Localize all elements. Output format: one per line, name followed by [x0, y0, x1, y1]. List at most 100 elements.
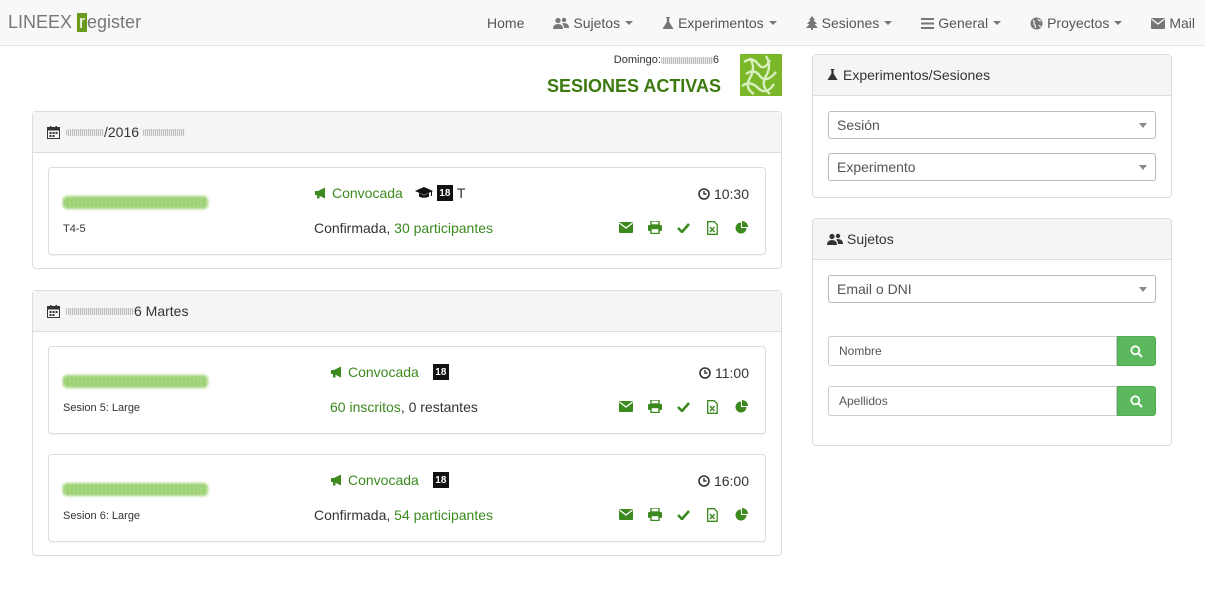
- age-18-badge: 18: [432, 364, 449, 380]
- session-info-count[interactable]: 30 participantes: [394, 220, 493, 236]
- session-card[interactable]: 6 Sesion 6: Large Convocada 18 16:00 Con…: [48, 454, 766, 542]
- email-dni-placeholder: Email o DNI: [837, 281, 912, 297]
- nav-mail[interactable]: Mail: [1151, 15, 1195, 31]
- session-status: Convocada 18: [330, 364, 449, 380]
- flask-icon: [827, 69, 838, 81]
- print-icon[interactable]: [647, 399, 662, 414]
- excel-file-icon[interactable]: [705, 399, 720, 414]
- day-sessions: 5 Sesion 5: Large Convocada 18 11:00 60 …: [33, 332, 781, 555]
- globe-icon: [1030, 17, 1043, 30]
- dropdown-arrow-icon: [1139, 122, 1147, 128]
- name-search-button[interactable]: [1117, 336, 1156, 366]
- pie-chart-icon[interactable]: [734, 220, 749, 235]
- excel-file-icon[interactable]: [705, 220, 720, 235]
- main-content: Domingo: 6 SESIONES ACTIVAS /2016 5 T4-5 …: [32, 46, 782, 577]
- check-icon[interactable]: [676, 220, 691, 235]
- nav-home-label: Home: [487, 15, 525, 31]
- session-info-count[interactable]: 54 participantes: [394, 507, 493, 523]
- redacted-text: [143, 128, 186, 136]
- session-actions: [618, 220, 749, 235]
- envelope-icon[interactable]: [618, 399, 633, 414]
- nav-general-label: General: [938, 15, 989, 31]
- brand-text-rest: egister: [87, 12, 142, 32]
- caret-down-icon: [625, 21, 634, 25]
- session-info: Confirmada, 54 participantes: [314, 507, 493, 523]
- surname-search-group: [828, 386, 1156, 416]
- session-actions: [618, 399, 749, 414]
- session-actions: [618, 507, 749, 522]
- print-icon[interactable]: [647, 507, 662, 522]
- date-label: Domingo:: [613, 54, 661, 66]
- check-icon[interactable]: [676, 507, 691, 522]
- dropdown-arrow-icon: [1139, 286, 1147, 292]
- session-time: 16:00: [698, 473, 749, 489]
- session-name: T4-5: [63, 223, 86, 235]
- envelope-icon: [1151, 17, 1166, 29]
- experiments-panel-title: Experimentos/Sesiones: [843, 67, 991, 83]
- session-status: Convocada 18: [330, 472, 449, 488]
- users-icon: [553, 17, 570, 30]
- session-status-label: Convocada: [348, 472, 419, 488]
- session-time: 11:00: [699, 365, 749, 381]
- session-name: Sesion 5: Large: [63, 402, 141, 414]
- nav-experimentos-label: Experimentos: [678, 15, 764, 31]
- day-heading: /2016: [33, 112, 781, 153]
- session-code-suffix: 6: [195, 481, 203, 497]
- redacted-text: [66, 307, 134, 315]
- nav-experimentos[interactable]: Experimentos: [662, 15, 777, 31]
- email-dni-select[interactable]: Email o DNI: [828, 275, 1156, 303]
- session-card[interactable]: 5 T4-5 Convocada 18 T 10:30 Confirmada, …: [48, 167, 766, 255]
- session-code-suffix: 5: [195, 373, 203, 389]
- session-status-label: Convocada: [348, 364, 419, 380]
- nav-sujetos[interactable]: Sujetos: [553, 15, 634, 31]
- session-info: 60 inscritos, 0 restantes: [330, 399, 478, 415]
- calendar-icon: [47, 304, 60, 318]
- session-time: 10:30: [698, 186, 749, 202]
- bars-icon: [921, 17, 935, 29]
- session-extra-label: T: [456, 185, 466, 201]
- session-info-count[interactable]: 60 inscritos: [330, 399, 401, 415]
- session-select-placeholder: Sesión: [837, 117, 880, 133]
- caret-down-icon: [768, 21, 777, 25]
- users-icon: [827, 233, 843, 246]
- subjects-panel-title: Sujetos: [847, 231, 894, 247]
- pie-chart-icon[interactable]: [734, 507, 749, 522]
- print-icon[interactable]: [647, 220, 662, 235]
- experiments-panel-body: Sesión Experimento: [813, 96, 1171, 197]
- session-info: Confirmada, 30 participantes: [314, 220, 493, 236]
- brand-logo[interactable]: LINEEX r egister: [8, 12, 141, 33]
- session-time-label: 11:00: [715, 365, 749, 381]
- sidebar: Experimentos/Sesiones Sesión Experimento…: [812, 54, 1172, 466]
- check-icon[interactable]: [676, 399, 691, 414]
- app-logo-image: [740, 54, 782, 96]
- name-input[interactable]: [828, 336, 1117, 366]
- nav-sesiones[interactable]: Sesiones: [805, 15, 893, 31]
- clock-icon: [699, 367, 711, 379]
- calendar-icon: [47, 125, 60, 139]
- page-title: SESIONES ACTIVAS: [546, 76, 721, 96]
- nav-mail-label: Mail: [1169, 15, 1195, 31]
- surname-search-button[interactable]: [1117, 386, 1156, 416]
- search-icon: [1130, 394, 1143, 408]
- nav-general[interactable]: General: [921, 15, 1002, 31]
- session-status-label: Convocada: [332, 185, 403, 201]
- envelope-icon[interactable]: [618, 507, 633, 522]
- experiments-panel: Experimentos/Sesiones Sesión Experimento: [812, 54, 1172, 198]
- pie-chart-icon[interactable]: [734, 399, 749, 414]
- redacted-text: [66, 128, 104, 136]
- session-select[interactable]: Sesión: [828, 111, 1156, 139]
- bullhorn-icon: [330, 366, 344, 378]
- date-suffix: 6: [712, 54, 719, 66]
- surname-input[interactable]: [828, 386, 1117, 416]
- current-date: Domingo: 6: [614, 54, 719, 66]
- session-card[interactable]: 5 Sesion 5: Large Convocada 18 11:00 60 …: [48, 346, 766, 434]
- experiment-select[interactable]: Experimento: [828, 153, 1156, 181]
- session-status: Convocada 18 T: [314, 185, 465, 201]
- nav-proyectos[interactable]: Proyectos: [1030, 15, 1123, 31]
- page-header: Domingo: 6 SESIONES ACTIVAS: [32, 46, 782, 111]
- experiment-select-placeholder: Experimento: [837, 159, 916, 175]
- envelope-icon[interactable]: [618, 220, 633, 235]
- nav-home[interactable]: Home: [487, 15, 524, 31]
- name-search-group: [828, 336, 1156, 366]
- excel-file-icon[interactable]: [705, 507, 720, 522]
